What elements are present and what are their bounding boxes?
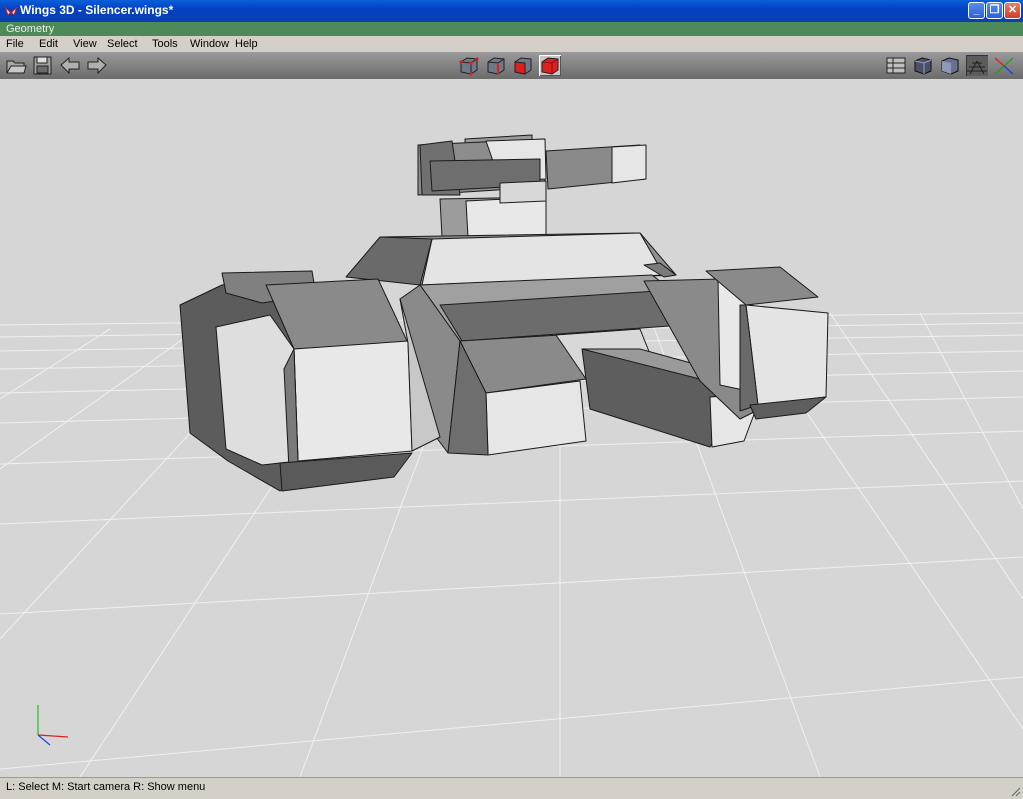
close-button[interactable]: ✕ [1004, 2, 1021, 19]
menu-bar: File Edit View Select Tools Window Help [0, 36, 1023, 52]
tank-model[interactable] [179, 134, 829, 492]
menu-window[interactable]: Window [190, 37, 229, 51]
resize-grip-icon[interactable] [1011, 787, 1021, 797]
edge-mode-icon[interactable] [485, 55, 507, 76]
menu-select[interactable]: Select [107, 37, 138, 51]
open-icon[interactable] [5, 55, 27, 76]
menu-file[interactable]: File [6, 37, 24, 51]
scene-canvas[interactable] [0, 79, 1023, 777]
menu-edit[interactable]: Edit [39, 37, 58, 51]
toolbar [0, 52, 1023, 80]
body-mode-icon[interactable] [539, 55, 561, 76]
save-icon[interactable] [32, 55, 54, 76]
axis-gizmo [37, 705, 69, 746]
redo-icon[interactable] [86, 55, 108, 76]
menu-tools[interactable]: Tools [152, 37, 178, 51]
axes-icon[interactable] [993, 55, 1015, 76]
undo-icon[interactable] [59, 55, 81, 76]
geometry-window-header[interactable]: Geometry [0, 22, 1023, 37]
workmode-icon[interactable] [885, 55, 907, 76]
wings3d-app-icon[interactable] [4, 4, 18, 18]
flat-shading-icon[interactable] [939, 55, 961, 76]
smooth-shading-icon[interactable] [912, 55, 934, 76]
menu-help[interactable]: Help [235, 37, 258, 51]
status-text: L: Select M: Start camera R: Show menu [6, 781, 206, 793]
menu-view[interactable]: View [73, 37, 97, 51]
status-bar: L: Select M: Start camera R: Show menu [0, 777, 1023, 799]
groundplane-icon[interactable] [966, 55, 988, 76]
maximize-button[interactable]: ❐ [986, 2, 1003, 19]
vertex-mode-icon[interactable] [458, 55, 480, 76]
geometry-viewport[interactable] [0, 79, 1023, 777]
window-title: Wings 3D - Silencer.wings* [20, 3, 174, 17]
face-mode-icon[interactable] [512, 55, 534, 76]
title-bar: Wings 3D - Silencer.wings* _ ❐ ✕ [0, 0, 1023, 22]
minimize-button[interactable]: _ [968, 2, 985, 19]
geometry-label: Geometry [6, 23, 55, 35]
